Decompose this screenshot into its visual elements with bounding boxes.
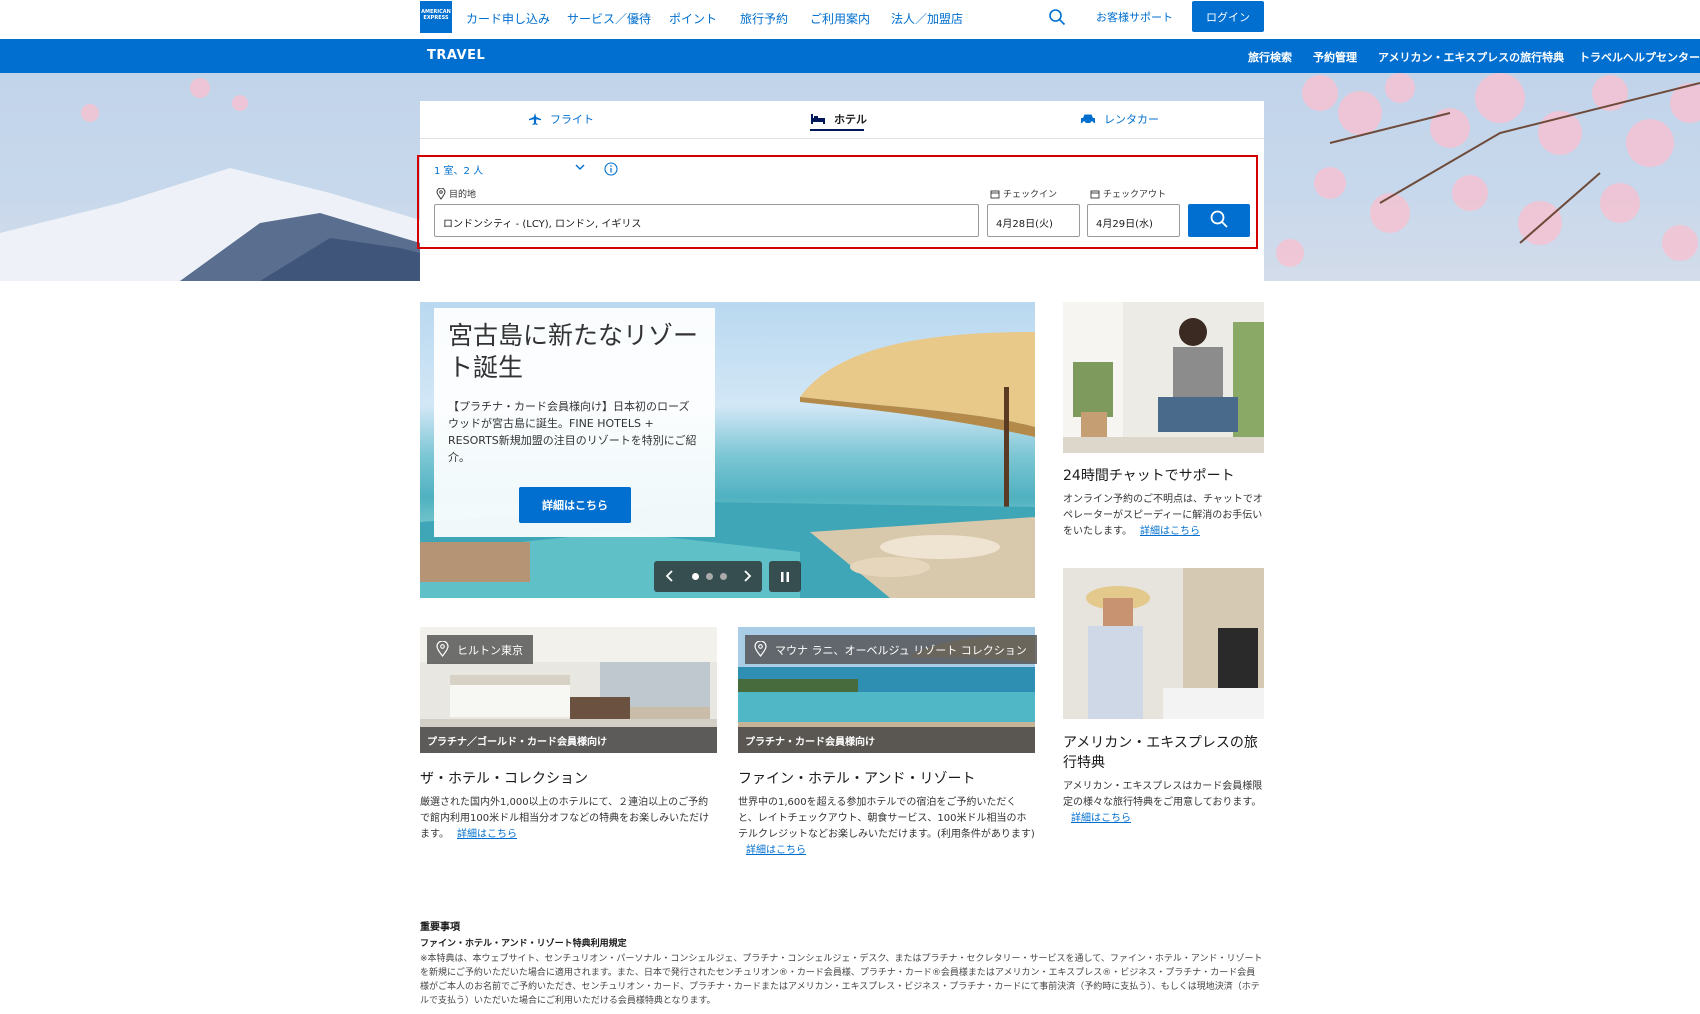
nav-corporate[interactable]: 法人／加盟店 [891,10,963,27]
calendar-icon [1090,190,1100,198]
feature-details-button[interactable]: 詳細はこちら [519,487,631,523]
travel-nav-search[interactable]: 旅行検索 [1248,49,1292,65]
tab-flight-label: フライト [550,113,594,126]
details-link[interactable]: 詳細はこちら [457,829,517,840]
card-title[interactable]: ファイン・ホテル・アンド・リゾート [738,768,975,788]
destination-input[interactable]: ロンドンシティ - (LCY), ロンドン, イギリス [434,204,979,237]
tab-hotel-label: ホテル [834,113,867,126]
side-title[interactable]: 24時間チャットでサポート [1063,466,1264,486]
page: AMERICAN EXPRESS カード申し込み サービス／優待 ポイント 旅行… [0,0,1700,1014]
travel-title[interactable]: TRAVEL [427,48,485,63]
chat-support-image[interactable] [1063,302,1264,453]
details-link[interactable]: 詳細はこちら [746,845,806,856]
tab-rental-car-label: レンタカー [1104,113,1159,126]
search-icon[interactable] [1048,8,1066,26]
destination-label: 目的地 [436,187,476,200]
airplane-icon [529,113,541,125]
carousel-dot-active[interactable] [692,573,699,580]
pause-icon [781,572,789,582]
feature-description: 【プラチナ・カード会員様向け】日本初のローズウッドが宮古島に誕生。FINE HO… [448,400,697,464]
details-link[interactable]: 詳細はこちら [1071,813,1131,824]
checkout-label: チェックアウト [1090,187,1166,200]
nav-card-apply[interactable]: カード申し込み [466,10,550,27]
info-icon[interactable] [604,162,618,176]
calendar-icon [990,190,1000,198]
feature-title: 宮古島に新たなリゾート誕生 [448,321,699,382]
travel-nav-help[interactable]: トラベルヘルプセンター [1579,49,1700,65]
chevron-right-icon[interactable] [741,569,753,583]
side-description: オンライン予約のご不明点は、チャットでオペレーターがスピーディーに解消のお手伝い… [1063,494,1263,537]
nav-services[interactable]: サービス／優待 [567,10,651,27]
card-description: 厳選された国内外1,000以上のホテルにて、２連泊以上のご予約で館内利用100米… [420,797,710,840]
carousel-pause-button[interactable] [769,561,801,592]
notes-subheading: ファイン・ホテル・アンド・リゾート特典利用規定 [420,939,627,949]
travel-bar: TRAVEL 旅行検索 予約管理 アメリカン・エキスプレスの旅行特典 トラベルヘ… [0,39,1700,73]
rooms-guests-selector[interactable]: 1 室、2 人 [434,162,483,177]
details-link[interactable]: 詳細はこちら [1140,526,1200,537]
car-icon [1081,114,1095,125]
travel-nav-manage[interactable]: 予約管理 [1313,49,1357,65]
nav-points[interactable]: ポイント [669,10,717,27]
card-title[interactable]: ザ・ホテル・コレクション [420,768,588,788]
location-pin-icon [754,641,767,657]
card-eligibility-band: プラチナ／ゴールド・カード会員様向け [420,727,717,753]
search-tabs: フライト ホテル レンタカー [420,101,1264,139]
nav-travel-booking[interactable]: 旅行予約 [740,10,788,27]
amex-logo[interactable]: AMERICAN EXPRESS [420,1,452,33]
chevron-down-icon[interactable] [574,162,586,172]
chevron-left-icon[interactable] [664,569,676,583]
carousel-dot[interactable] [706,573,713,580]
bed-icon [811,114,825,124]
carousel-dot[interactable] [720,573,727,580]
search-icon [1210,210,1228,228]
customer-support-link[interactable]: お客様サポート [1096,9,1173,25]
side-title[interactable]: アメリカン・エキスプレスの旅行特典 [1063,733,1264,773]
location-pin-icon [436,187,446,200]
checkout-date-field[interactable]: 4月29日(水) [1087,204,1180,237]
location-pin-icon [436,641,449,657]
important-notes-heading: 重要事項 [420,922,460,933]
card-description: 世界中の1,600を超える参加ホテルでの宿泊をご予約いただくと、レイトチェックア… [738,797,1035,856]
top-navigation: AMERICAN EXPRESS カード申し込み サービス／優待 ポイント 旅行… [0,0,1700,39]
tab-rental-car[interactable]: レンタカー [1080,111,1159,127]
tab-hotel[interactable]: ホテル [810,111,867,127]
card-eligibility-band: プラチナ・カード会員様向け [738,727,1035,753]
checkin-label: チェックイン [990,187,1057,200]
nav-usage-guide[interactable]: ご利用案内 [810,10,870,27]
active-tab-indicator [810,129,864,131]
card-location-tag: マウナ ラニ、オーベルジュ リゾート コレクション [745,635,1037,664]
travel-benefits-image[interactable] [1063,568,1264,719]
travel-nav-benefits[interactable]: アメリカン・エキスプレスの旅行特典 [1378,49,1564,65]
hotel-search-button[interactable] [1188,204,1250,237]
notes-body: ※本特典は、本ウェブサイト、センチュリオン・パーソナル・コンシェルジェ、プラチナ… [420,954,1263,1006]
login-button[interactable]: ログイン [1192,1,1264,32]
checkin-date-field[interactable]: 4月28日(火) [987,204,1080,237]
tab-flight[interactable]: フライト [528,111,594,127]
side-description: アメリカン・エキスプレスはカード会員様限定の様々な旅行特典をご用意しております。… [1063,781,1263,824]
